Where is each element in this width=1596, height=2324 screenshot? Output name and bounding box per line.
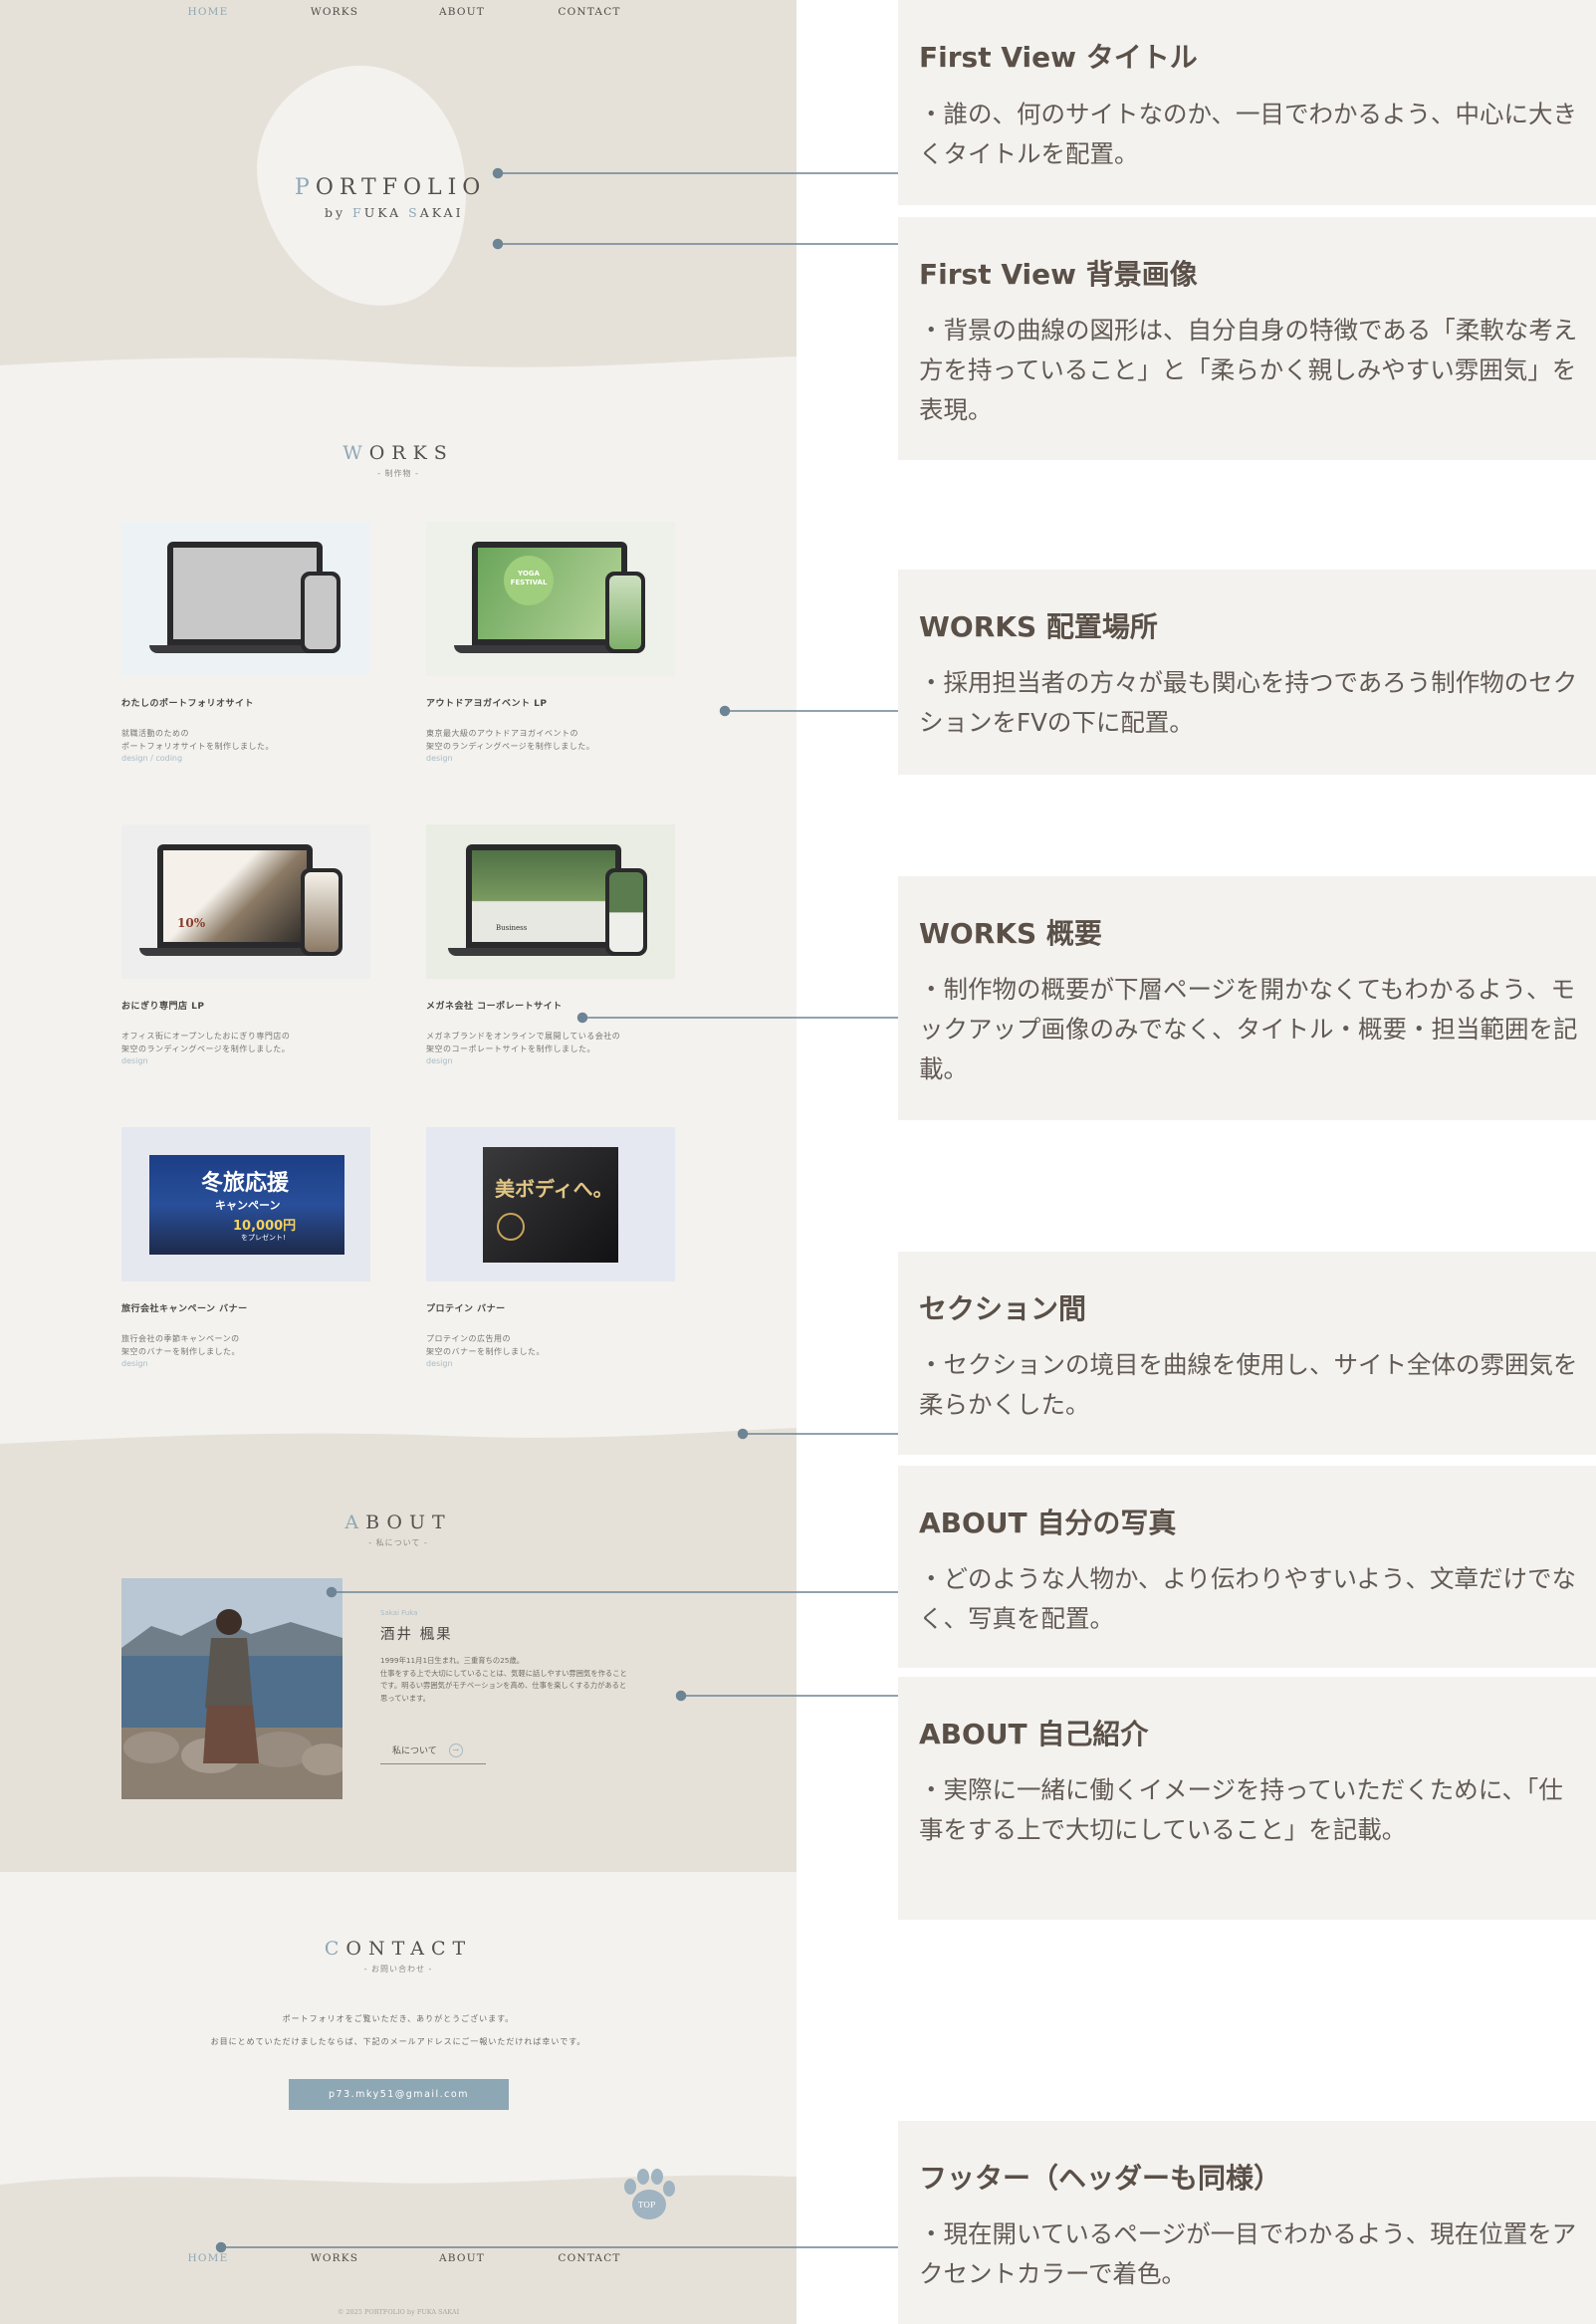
- annotation-title: フッター（ヘッダーも同様）: [919, 2162, 1282, 2195]
- footer-nav-works[interactable]: WORKS: [311, 2252, 358, 2264]
- hero-subtitle: by FUKA SAKAI: [325, 205, 464, 220]
- footer-nav-contact[interactable]: CONTACT: [558, 2252, 620, 2264]
- work-card[interactable]: Business メガネ会社 コーポレートサイト メガネブランドをオンラインで展…: [426, 824, 675, 1065]
- work-title: わたしのポートフォリオサイト: [121, 699, 255, 709]
- works-subtitle: - 制作物 -: [377, 469, 419, 478]
- annotation-title: ABOUT 自分の写真: [919, 1507, 1177, 1539]
- work-thumbnail: 美ボディへ。: [426, 1127, 675, 1281]
- about-name: 酒井 楓果: [380, 1627, 453, 1643]
- footer-nav-about[interactable]: ABOUT: [439, 2252, 485, 2264]
- travel-banner: 冬旅応援 キャンペーン 10,000円 をプレゼント!: [149, 1155, 344, 1255]
- contact-message-2: お目にとめていただけましたならば、下記のメールアドレスにご一報いただければ幸いで…: [210, 2037, 586, 2046]
- nav-about[interactable]: ABOUT: [439, 6, 485, 18]
- header-nav: HOME WORKS ABOUT CONTACT: [0, 6, 797, 36]
- work-thumbnail: 10%: [121, 824, 370, 979]
- annotation-title: First View タイトル: [919, 41, 1198, 74]
- annotation-card: First View 背景画像 ・背景の曲線の図形は、自分自身の特徴である「柔軟…: [898, 217, 1596, 460]
- work-thumbnail: [121, 522, 370, 676]
- work-desc: オフィス街にオープンしたおにぎり専門店の 架空のランディングページを制作しました。: [121, 1032, 291, 1053]
- about-subtitle: - 私について -: [368, 1538, 428, 1547]
- annotation-body: ・制作物の概要が下層ページを開かなくてもわかるよう、モックアップ画像のみでなく、…: [919, 975, 1578, 1083]
- annotation-card: セクション間 ・セクションの境目を曲線を使用し、サイト全体の雰囲気を柔らかくした…: [898, 1252, 1596, 1455]
- annotation-body: ・どのような人物か、より伝わりやすいよう、文章だけでなく、写真を配置。: [919, 1564, 1577, 1633]
- annotation-body: ・誰の、何のサイトなのか、一目でわかるよう、中心に大きくタイトルを配置。: [919, 100, 1578, 168]
- work-thumbnail: YOGA FESTIVAL: [426, 522, 675, 676]
- work-card[interactable]: YOGA FESTIVAL アウトドアヨガイベント LP 東京最大級のアウトドア…: [426, 522, 675, 763]
- about-more-button[interactable]: 私について →: [380, 1737, 486, 1764]
- about-bottom-wave: [0, 1837, 797, 1871]
- annotation-title: セクション間: [919, 1292, 1087, 1325]
- work-card[interactable]: わたしのポートフォリオサイト 就職活動のための ポートフォリオサイトを制作しました…: [121, 522, 370, 763]
- work-tag: design: [426, 1056, 453, 1065]
- site-mockup: HOME WORKS ABOUT CONTACT PORTFOLIO by FU…: [0, 0, 797, 2324]
- arrow-right-icon: →: [448, 1743, 463, 1757]
- work-desc: プロテインの広告用の 架空のバナーを制作しました。: [426, 1334, 545, 1356]
- about-name-en: Sakai Fuka: [380, 1609, 418, 1617]
- work-tag: design / coding: [121, 754, 183, 763]
- annotation-title: First View 背景画像: [919, 258, 1198, 291]
- annotation-card: WORKS 概要 ・制作物の概要が下層ページを開かなくてもわかるよう、モックアッ…: [898, 876, 1596, 1120]
- hero-title: PORTFOLIO: [295, 175, 487, 200]
- nav-home[interactable]: HOME: [188, 6, 229, 18]
- annotation-title: WORKS 概要: [919, 917, 1102, 950]
- annotation-body: ・実際に一緒に働くイメージを持っていただくために、「仕事をする上で大切にしている…: [919, 1775, 1563, 1844]
- work-title: プロテイン バナー: [426, 1304, 506, 1314]
- work-card[interactable]: 美ボディへ。 プロテイン バナー プロテインの広告用の 架空のバナーを制作しました…: [426, 1127, 675, 1368]
- about-top-wave: [0, 1428, 797, 1464]
- work-tag: design: [121, 1056, 148, 1065]
- work-thumbnail: 冬旅応援 キャンペーン 10,000円 をプレゼント!: [121, 1127, 370, 1281]
- work-card[interactable]: 10% おにぎり専門店 LP オフィス街にオープンしたおにぎり専門店の 架空のラン…: [121, 824, 370, 1065]
- works-title: WORKS: [342, 442, 454, 464]
- work-card[interactable]: 冬旅応援 キャンペーン 10,000円 をプレゼント! 旅行会社キャンペーン バ…: [121, 1127, 370, 1368]
- work-thumbnail: Business: [426, 824, 675, 979]
- work-tag: design: [121, 1359, 148, 1368]
- work-title: 旅行会社キャンペーン バナー: [121, 1304, 248, 1314]
- annotation-card: フッター（ヘッダーも同様） ・現在開いているページが一目でわかるよう、現在位置を…: [898, 2121, 1596, 2324]
- contact-subtitle: - お問い合わせ -: [363, 1965, 433, 1974]
- about-title: ABOUT: [344, 1511, 452, 1533]
- work-desc: 就職活動のための ポートフォリオサイトを制作しました。: [121, 729, 274, 751]
- work-desc: 旅行会社の季節キャンペーンの 架空のバナーを制作しました。: [121, 1334, 240, 1356]
- annotation-card: ABOUT 自分の写真 ・どのような人物か、より伝わりやすいよう、文章だけでなく…: [898, 1466, 1596, 1668]
- footer-nav: HOME WORKS ABOUT CONTACT: [0, 2252, 797, 2282]
- contact-message-1: ポートフォリオをご覧いただき、ありがとうございます。: [282, 2014, 515, 2023]
- work-desc: メガネブランドをオンラインで展開している会社の 架空のコーポレートサイトを制作しま…: [426, 1032, 621, 1053]
- nav-works[interactable]: WORKS: [311, 6, 358, 18]
- annotation-body: ・現在開いているページが一目でわかるよう、現在位置をアクセントカラーで着色。: [919, 2219, 1577, 2288]
- work-title: おにぎり専門店 LP: [121, 1002, 205, 1012]
- annotation-card: First View タイトル ・誰の、何のサイトなのか、一目でわかるよう、中心…: [898, 0, 1596, 205]
- onigiri-price: 10%: [177, 916, 206, 930]
- contact-title: CONTACT: [324, 1938, 473, 1960]
- work-title: メガネ会社 コーポレートサイト: [426, 1002, 563, 1012]
- work-title: アウトドアヨガイベント LP: [426, 699, 548, 709]
- profile-photo: [121, 1578, 342, 1799]
- annotation-body: ・背景の曲線の図形は、自分自身の特徴である「柔軟な考え方を持っていること」と「柔…: [919, 316, 1578, 424]
- annotation-card: WORKS 配置場所 ・採用担当者の方々が最も関心を持つであろう制作物のセクショ…: [898, 570, 1596, 775]
- footer-nav-home[interactable]: HOME: [188, 2252, 229, 2264]
- work-tag: design: [426, 754, 453, 763]
- copyright: © 2025 PORTFOLIO by FUKA SAKAI: [337, 2308, 460, 2316]
- megane-text: Business: [496, 924, 528, 932]
- annotation-card: ABOUT 自己紹介 ・実際に一緒に働くイメージを持っていただくために、「仕事を…: [898, 1677, 1596, 1920]
- email-button[interactable]: p73.mky51@gmail.com: [289, 2079, 509, 2110]
- annotation-title: WORKS 配置場所: [919, 610, 1158, 643]
- work-tag: design: [426, 1359, 453, 1368]
- paw-top-icon[interactable]: TOP: [619, 2169, 679, 2224]
- work-desc: 東京最大級のアウトドアヨガイベントの 架空のランディングページを制作しました。: [426, 729, 595, 751]
- hero-wave: [0, 356, 797, 398]
- annotation-title: ABOUT 自己紹介: [919, 1718, 1149, 1750]
- about-text: 1999年11月1日生まれ。三重育ちの25歳。 仕事をする上で大切にしていること…: [380, 1656, 627, 1703]
- yoga-badge: YOGA FESTIVAL: [504, 556, 554, 605]
- annotation-body: ・採用担当者の方々が最も関心を持つであろう制作物のセクションをFVの下に配置。: [919, 668, 1578, 737]
- protein-banner: 美ボディへ。: [483, 1147, 618, 1263]
- annotation-body: ・セクションの境目を曲線を使用し、サイト全体の雰囲気を柔らかくした。: [919, 1350, 1578, 1419]
- nav-contact[interactable]: CONTACT: [558, 6, 620, 18]
